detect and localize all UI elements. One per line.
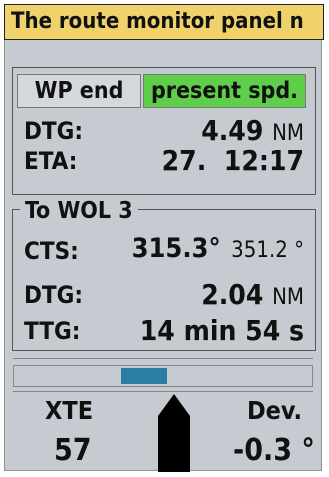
eta-label: ETA: xyxy=(24,147,78,175)
section-divider xyxy=(13,358,313,359)
dtg-value: 4.49 xyxy=(201,114,264,147)
to-dtg-label: DTG: xyxy=(24,281,84,309)
cts-label: CTS: xyxy=(24,237,79,265)
dtg-unit: NM xyxy=(272,121,304,146)
cross-track-marker xyxy=(121,368,167,384)
ship-heading-icon xyxy=(158,394,190,472)
to-dtg-row: 2.04 NM xyxy=(201,278,304,311)
cts-value: 315.3° xyxy=(131,233,221,264)
dtg-value-row: 4.49 NM xyxy=(201,114,304,147)
to-dtg-unit: NM xyxy=(272,285,304,310)
eta-value: 27. 12:17 xyxy=(161,144,304,177)
xte-value: 57 xyxy=(54,433,92,468)
ttg-label: TTG: xyxy=(24,317,81,345)
ttg-value: 14 min 54 s xyxy=(139,314,304,347)
dtg-label: DTG: xyxy=(24,117,84,145)
cross-track-bar xyxy=(13,365,313,387)
panel-title: The route monitor panel n xyxy=(4,4,324,40)
xte-label: XTE xyxy=(45,396,94,425)
cts-secondary: 351.2 ° xyxy=(231,238,304,263)
to-waypoint-title: To WOL 3 xyxy=(20,198,138,224)
cts-values: 315.3° 351.2 ° xyxy=(132,233,304,264)
dev-label: Dev. xyxy=(247,396,303,425)
dev-value: -0.3 ° xyxy=(233,433,315,468)
to-dtg-value: 2.04 xyxy=(201,278,264,311)
